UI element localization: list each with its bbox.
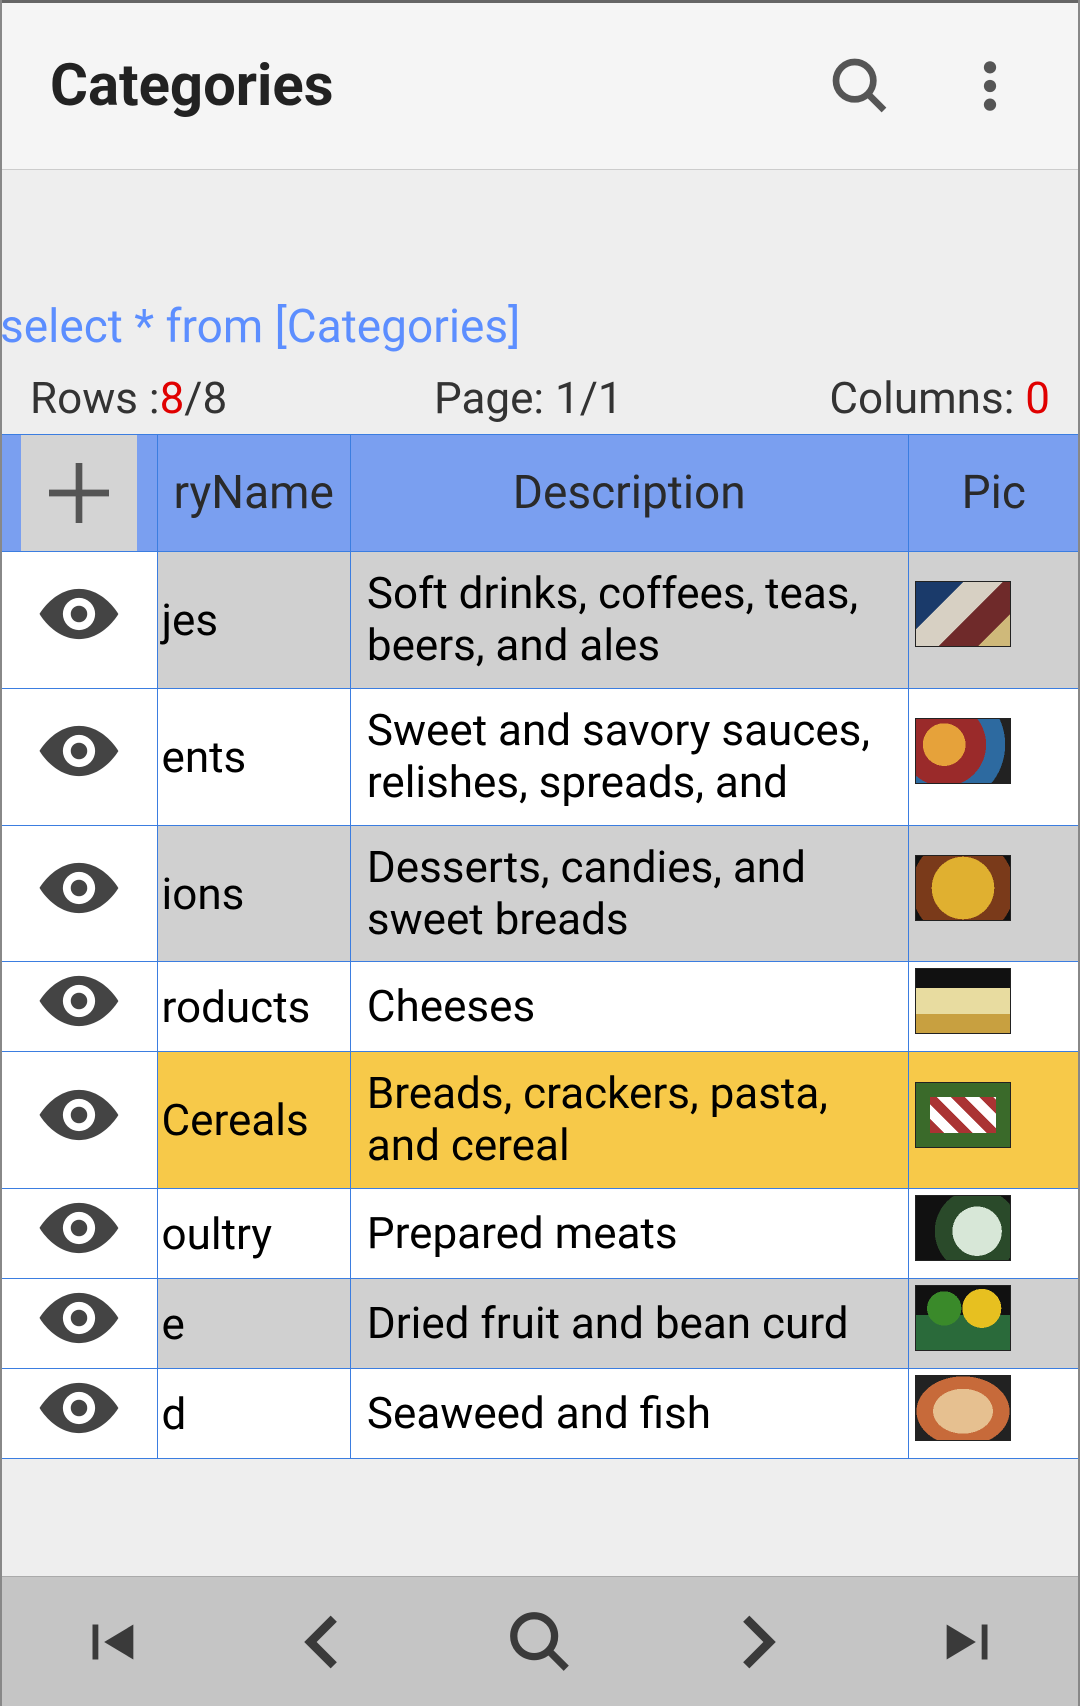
thumbnail-image <box>915 968 1011 1034</box>
eye-icon <box>36 1102 122 1154</box>
rows-total: /8 <box>184 372 227 424</box>
view-row-button[interactable] <box>1 962 158 1052</box>
cell-description[interactable]: Dried fruit and bean curd <box>350 1279 908 1369</box>
sql-query-text[interactable]: select * from [Categories] <box>0 300 1080 372</box>
last-page-button[interactable] <box>863 1577 1078 1706</box>
thumbnail-image <box>915 1195 1011 1261</box>
table-row[interactable]: dSeaweed and fish <box>1 1369 1080 1459</box>
cell-picture[interactable] <box>908 1052 1079 1189</box>
cell-picture[interactable] <box>908 688 1079 825</box>
thumbnail-image <box>915 718 1011 784</box>
column-header-picture[interactable]: Pic <box>908 435 1079 552</box>
table-row[interactable]: roductsCheeses <box>1 962 1080 1052</box>
content-area: select * from [Categories] Rows :8/8 Pag… <box>0 170 1080 1459</box>
thumbnail-image <box>915 581 1011 647</box>
table-row[interactable]: oultryPrepared meats <box>1 1189 1080 1279</box>
cell-category-name[interactable]: Cereals <box>157 1052 350 1189</box>
cell-category-name[interactable]: roducts <box>157 962 350 1052</box>
cell-description[interactable]: Prepared meats <box>350 1189 908 1279</box>
eye-icon <box>36 738 122 790</box>
cell-picture[interactable] <box>908 1189 1079 1279</box>
view-row-button[interactable] <box>1 1052 158 1189</box>
table-header-row: ryName Description Pic <box>1 435 1080 552</box>
cell-category-name[interactable]: e <box>157 1279 350 1369</box>
cell-category-name[interactable]: ions <box>157 825 350 962</box>
cell-picture[interactable] <box>908 1279 1079 1369</box>
cell-description[interactable]: Seaweed and fish <box>350 1369 908 1459</box>
cell-description[interactable]: Soft drinks, coffees, teas, beers, and a… <box>350 552 908 689</box>
data-table: ryName Description Pic jesSoft drinks, c… <box>0 434 1080 1459</box>
rows-current: 8 <box>160 372 185 424</box>
thumbnail-image <box>915 855 1011 921</box>
table-row[interactable]: entsSweet and savory sauces, relishes, s… <box>1 688 1080 825</box>
table-container[interactable]: ryName Description Pic jesSoft drinks, c… <box>0 434 1080 1459</box>
view-row-button[interactable] <box>1 825 158 962</box>
view-row-button[interactable] <box>1 552 158 689</box>
rows-stat: Rows :8/8 <box>30 372 227 424</box>
cell-description[interactable]: Breads, crackers, pasta, and cereal <box>350 1052 908 1189</box>
view-row-button[interactable] <box>1 688 158 825</box>
column-header-name[interactable]: ryName <box>157 435 350 552</box>
thumbnail-image <box>915 1082 1011 1148</box>
next-page-button[interactable] <box>648 1577 863 1706</box>
stats-row: Rows :8/8 Page: 1/1 Columns: 0 <box>0 372 1080 434</box>
rows-label: Rows : <box>30 372 160 424</box>
columns-label: Columns: <box>829 372 1025 424</box>
eye-icon <box>36 875 122 927</box>
columns-value: 0 <box>1025 372 1050 424</box>
cell-description[interactable]: Desserts, candies, and sweet breads <box>350 825 908 962</box>
eye-icon <box>36 988 122 1040</box>
page-title: Categories <box>50 52 770 120</box>
add-row-header[interactable] <box>1 435 158 552</box>
cell-picture[interactable] <box>908 962 1079 1052</box>
columns-stat: Columns: 0 <box>829 372 1050 424</box>
eye-icon <box>36 601 122 653</box>
page-stat: Page: 1/1 <box>227 372 829 424</box>
cell-description[interactable]: Cheeses <box>350 962 908 1052</box>
cell-picture[interactable] <box>908 825 1079 962</box>
plus-icon[interactable] <box>21 435 137 551</box>
prev-page-button[interactable] <box>217 1577 432 1706</box>
thumbnail-image <box>915 1285 1011 1351</box>
cell-picture[interactable] <box>908 1369 1079 1459</box>
app-bar: Categories <box>0 0 1080 170</box>
more-icon[interactable] <box>950 46 1030 126</box>
view-row-button[interactable] <box>1 1189 158 1279</box>
cell-category-name[interactable]: ents <box>157 688 350 825</box>
table-row[interactable]: CerealsBreads, crackers, pasta, and cere… <box>1 1052 1080 1189</box>
cell-category-name[interactable]: jes <box>157 552 350 689</box>
thumbnail-image <box>915 1375 1011 1441</box>
eye-icon <box>36 1215 122 1267</box>
window-border-left <box>0 0 2 1706</box>
table-row[interactable]: jesSoft drinks, coffees, teas, beers, an… <box>1 552 1080 689</box>
view-row-button[interactable] <box>1 1369 158 1459</box>
search-button[interactable] <box>432 1577 647 1706</box>
table-row[interactable]: ionsDesserts, candies, and sweet breads <box>1 825 1080 962</box>
view-row-button[interactable] <box>1 1279 158 1369</box>
column-header-description[interactable]: Description <box>350 435 908 552</box>
eye-icon <box>36 1395 122 1447</box>
eye-icon <box>36 1305 122 1357</box>
table-row[interactable]: eDried fruit and bean curd <box>1 1279 1080 1369</box>
cell-description[interactable]: Sweet and savory sauces, relishes, sprea… <box>350 688 908 825</box>
page-value: 1/1 <box>555 372 623 424</box>
cell-category-name[interactable]: oultry <box>157 1189 350 1279</box>
bottom-navigation-bar <box>2 1576 1078 1706</box>
first-page-button[interactable] <box>2 1577 217 1706</box>
search-icon[interactable] <box>820 46 900 126</box>
cell-picture[interactable] <box>908 552 1079 689</box>
page-label: Page: <box>434 372 555 424</box>
cell-category-name[interactable]: d <box>157 1369 350 1459</box>
